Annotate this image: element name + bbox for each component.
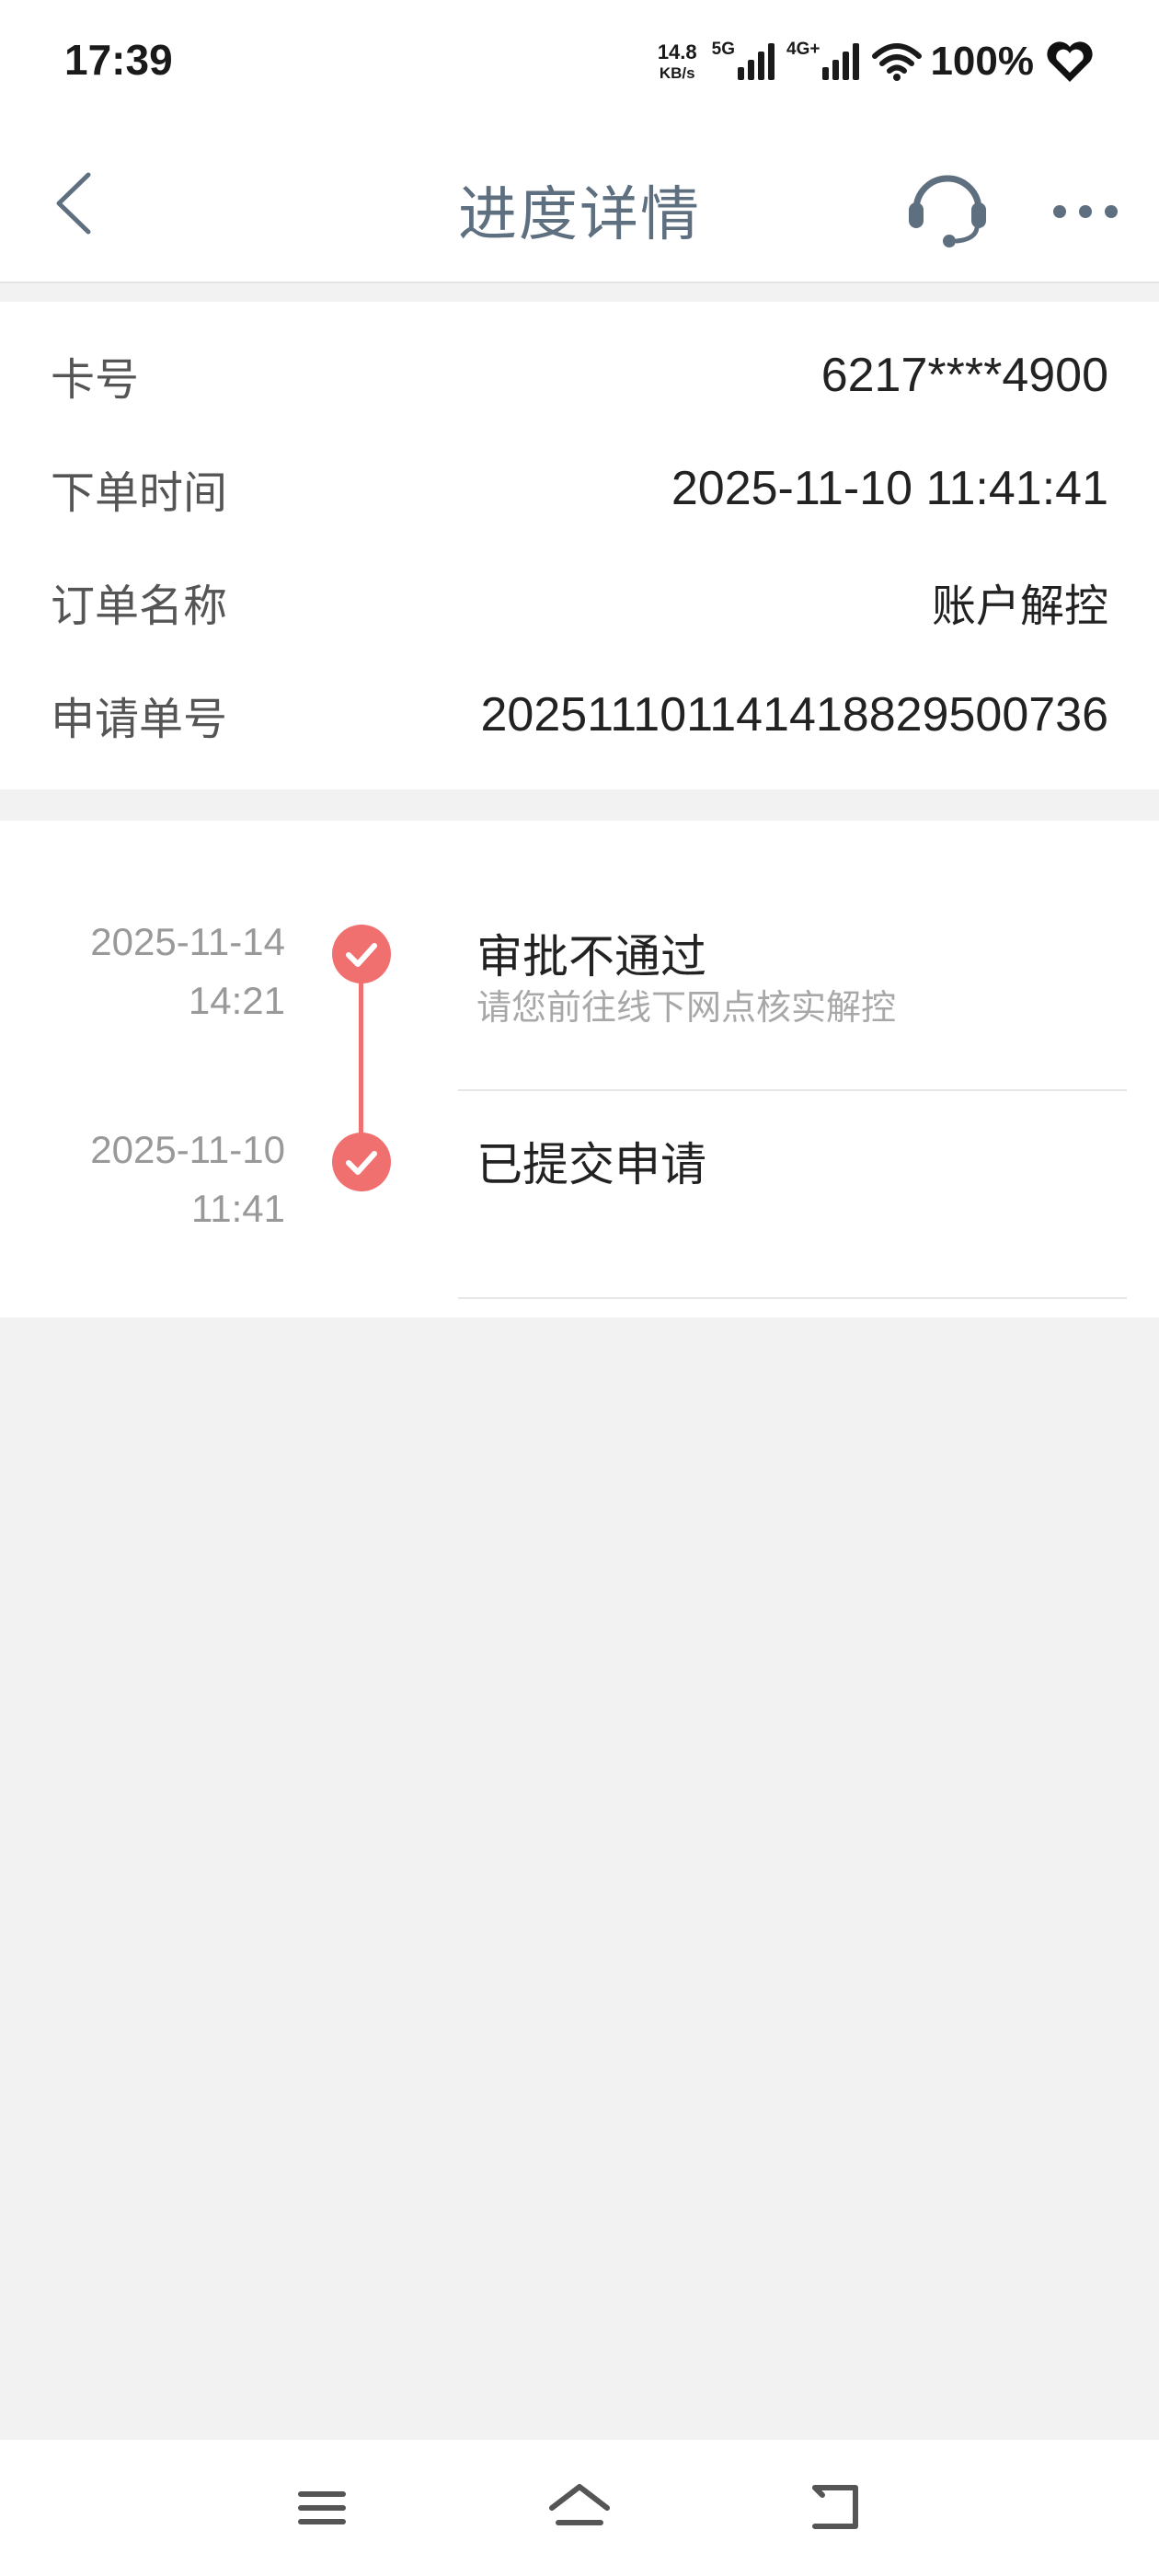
signal-5g-label: 5G: [711, 40, 735, 59]
signal-4g: 4G+: [786, 40, 860, 82]
timeline-title: 已提交申请: [476, 1138, 706, 1191]
info-value: 2025-11-10 11:41:41: [671, 462, 1108, 515]
info-value: 202511101141418829500736: [480, 688, 1109, 742]
progress-timeline: 2025-11-14 14:21 审批不通过 请您前往线下网点核实解控 2025…: [0, 821, 1159, 1317]
timeline-date: 2025-11-14 14:21: [37, 913, 285, 1030]
timeline-item: 2025-11-14 14:21 审批不通过 请您前往线下网点核实解控: [0, 821, 1159, 1091]
check-circle-icon: [332, 1133, 391, 1191]
signal-4g-label: 4G+: [786, 40, 820, 59]
timeline-date-time: 11:41: [191, 1187, 285, 1230]
timeline-date: 2025-11-10 11:41: [37, 1121, 285, 1238]
system-nav-bar: [0, 2440, 1159, 2576]
info-value: 6217****4900: [820, 349, 1108, 402]
home-icon: [549, 2484, 610, 2525]
page: 17:39 14.8 KB/s 5G 4G+ 100% 进度详情 卡号 6217…: [0, 0, 1159, 2576]
heart-icon: [1047, 41, 1093, 82]
net-speed-unit: KB/s: [659, 64, 695, 82]
timeline-item: 2025-11-10 11:41 已提交申请: [0, 1029, 1159, 1299]
info-label: 卡号: [51, 354, 140, 406]
signal-icon: [738, 43, 775, 80]
nav-bar: 进度详情: [0, 129, 1159, 283]
back-nav-button[interactable]: [796, 2471, 878, 2545]
menu-button[interactable]: [281, 2471, 363, 2545]
more-button[interactable]: [1039, 184, 1131, 239]
signal-5g: 5G: [711, 40, 775, 82]
timeline-subtitle: 请您前往线下网点核实解控: [476, 987, 897, 1028]
more-icon: [1053, 205, 1118, 218]
info-row-order-name: 订单名称 账户解控: [51, 565, 1108, 638]
info-row-application-number: 申请单号 202511101141418829500736: [51, 678, 1108, 752]
status-bar: 17:39 14.8 KB/s 5G 4G+ 100%: [0, 0, 1159, 129]
net-speed: 14.8 KB/s: [657, 40, 697, 82]
wifi-icon: [872, 43, 923, 81]
timeline-divider: [458, 1297, 1127, 1299]
info-row-card-number: 卡号 6217****4900: [51, 339, 1108, 412]
timeline-date-time: 14:21: [188, 979, 285, 1022]
net-speed-value: 14.8: [657, 40, 697, 63]
info-value: 账户解控: [931, 581, 1108, 632]
status-indicators: 14.8 KB/s 5G 4G+ 100%: [658, 33, 1095, 90]
info-label: 申请单号: [51, 694, 228, 745]
menu-icon: [298, 2491, 346, 2524]
info-row-order-time: 下单时间 2025-11-10 11:41:41: [51, 452, 1108, 525]
info-label: 下单时间: [51, 467, 228, 519]
battery-level: 100%: [930, 39, 1034, 84]
status-time: 17:39: [64, 36, 173, 84]
home-button[interactable]: [538, 2471, 621, 2545]
timeline-date-day: 2025-11-14: [90, 920, 285, 963]
timeline-title: 审批不通过: [476, 930, 706, 983]
info-label: 订单名称: [51, 581, 228, 632]
customer-service-icon: [909, 175, 986, 247]
check-circle-icon: [332, 925, 391, 983]
order-info-card: 卡号 6217****4900 下单时间 2025-11-10 11:41:41…: [0, 302, 1159, 789]
signal-icon: [822, 43, 860, 80]
timeline-date-day: 2025-11-10: [90, 1128, 285, 1171]
customer-service-button[interactable]: [901, 160, 993, 252]
back-nav-icon: [812, 2485, 858, 2529]
